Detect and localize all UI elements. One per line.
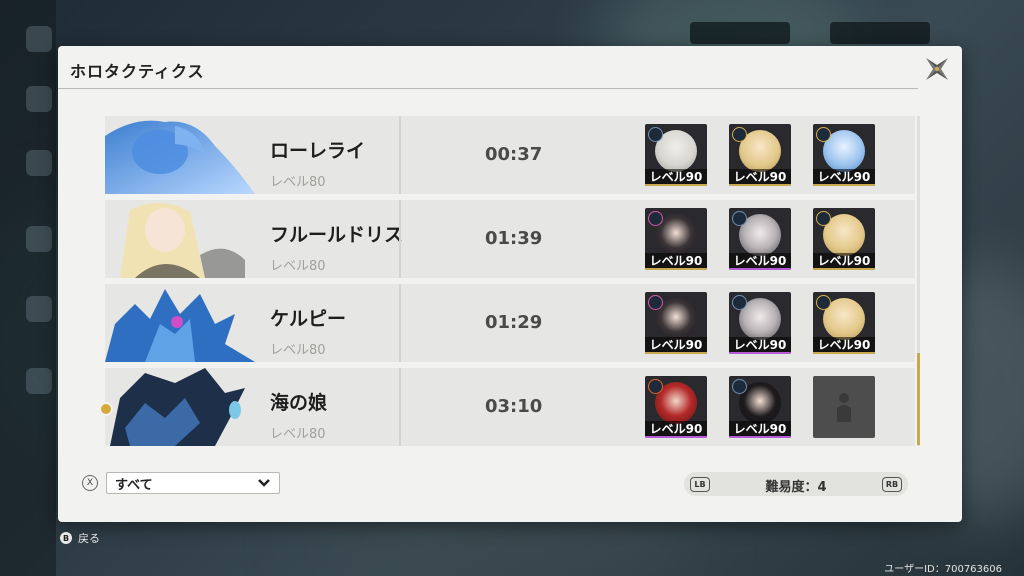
rarity-bar bbox=[645, 184, 707, 186]
boss-portrait bbox=[105, 284, 255, 362]
team-member[interactable]: レベル90 bbox=[729, 124, 791, 186]
boss-portrait bbox=[105, 368, 255, 446]
boss-level: レベル80 bbox=[270, 259, 326, 274]
physical-element-icon bbox=[648, 211, 663, 226]
rarity-bar bbox=[729, 436, 791, 438]
team-member[interactable]: レベル90 bbox=[645, 208, 707, 270]
row-divider bbox=[399, 200, 401, 278]
back-label: 戻る bbox=[78, 532, 100, 545]
rarity-bar bbox=[729, 352, 791, 354]
thunder-element-icon bbox=[816, 211, 831, 226]
stamina-chip bbox=[830, 22, 930, 44]
physical-element-icon bbox=[648, 295, 663, 310]
empty-team-slot[interactable] bbox=[813, 376, 875, 438]
boss-list: ローレライ レベル80 00:37 レベル90 レベル90 レベル90 フルール… bbox=[105, 116, 915, 452]
b-button-glyph: B bbox=[60, 532, 72, 544]
bag-icon bbox=[26, 368, 52, 394]
shield-icon bbox=[26, 296, 52, 322]
row-divider bbox=[399, 368, 401, 446]
home-icon bbox=[26, 26, 52, 52]
rarity-bar bbox=[645, 436, 707, 438]
boss-name: 海の娘 bbox=[270, 392, 328, 414]
rarity-bar bbox=[729, 184, 791, 186]
selection-marker bbox=[99, 402, 113, 416]
boss-row[interactable]: ローレライ レベル80 00:37 レベル90 レベル90 レベル90 bbox=[105, 116, 915, 194]
clear-time: 01:29 bbox=[485, 312, 543, 333]
team-member[interactable]: レベル90 bbox=[645, 124, 707, 186]
rarity-bar bbox=[645, 268, 707, 270]
boss-portrait bbox=[105, 116, 255, 194]
ice-element-icon bbox=[648, 127, 663, 142]
team-member[interactable]: レベル90 bbox=[813, 124, 875, 186]
thunder-element-icon bbox=[816, 127, 831, 142]
rarity-bar bbox=[645, 352, 707, 354]
team-slots: レベル90 レベル90 bbox=[645, 376, 875, 438]
flame-element-icon bbox=[648, 379, 663, 394]
boss-level: レベル80 bbox=[270, 427, 326, 442]
star-icon bbox=[26, 150, 52, 176]
boss-row[interactable]: フルールドリス レベル80 01:39 レベル90 レベル90 レベル90 bbox=[105, 200, 915, 278]
team-member[interactable]: レベル90 bbox=[729, 376, 791, 438]
team-slots: レベル90 レベル90 レベル90 bbox=[645, 208, 875, 270]
ice-element-icon bbox=[732, 379, 747, 394]
side-menu-dimmed bbox=[0, 0, 56, 576]
holo-tactics-panel: ホロタクティクス ローレライ レベル80 00:37 レベル90 レベル90 レ… bbox=[58, 46, 962, 522]
rarity-bar bbox=[813, 268, 875, 270]
difficulty-label: 難易度：4 bbox=[765, 480, 827, 495]
rarity-bar bbox=[813, 184, 875, 186]
chevron-down-icon bbox=[258, 479, 270, 487]
difficulty-selector: LB 難易度：4 RB bbox=[684, 472, 908, 496]
rarity-bar bbox=[813, 352, 875, 354]
boss-level: レベル80 bbox=[270, 175, 326, 190]
boss-portrait bbox=[105, 200, 255, 278]
user-id: ユーザーID：700763606 bbox=[884, 564, 1002, 575]
filter-selected-value: すべて bbox=[115, 477, 153, 493]
scrollbar-thumb[interactable] bbox=[917, 353, 920, 445]
back-button[interactable]: B 戻る bbox=[60, 530, 100, 546]
clear-time: 01:39 bbox=[485, 228, 543, 249]
filter-control: X すべて bbox=[82, 472, 280, 494]
team-slots: レベル90 レベル90 レベル90 bbox=[645, 124, 875, 186]
team-member[interactable]: レベル90 bbox=[729, 208, 791, 270]
filter-dropdown[interactable]: すべて bbox=[106, 472, 280, 494]
row-divider bbox=[399, 284, 401, 362]
boss-row[interactable]: 海の娘 レベル80 03:10 レベル90 レベル90 bbox=[105, 368, 915, 446]
boss-row[interactable]: ケルピー レベル80 01:29 レベル90 レベル90 レベル90 bbox=[105, 284, 915, 362]
clear-time: 00:37 bbox=[485, 144, 543, 165]
boss-name: ケルピー bbox=[270, 308, 347, 330]
ice-element-icon bbox=[732, 295, 747, 310]
map-icon bbox=[26, 226, 52, 252]
team-member[interactable]: レベル90 bbox=[813, 208, 875, 270]
person-silhouette-icon bbox=[837, 393, 851, 422]
rb-button[interactable]: RB bbox=[882, 477, 902, 492]
currency-chip bbox=[690, 22, 790, 44]
team-slots: レベル90 レベル90 レベル90 bbox=[645, 292, 875, 354]
team-member[interactable]: レベル90 bbox=[645, 376, 707, 438]
clear-time: 03:10 bbox=[485, 396, 543, 417]
close-button[interactable] bbox=[920, 52, 954, 86]
team-member[interactable]: レベル90 bbox=[813, 292, 875, 354]
team-member[interactable]: レベル90 bbox=[645, 292, 707, 354]
boss-name: ローレライ bbox=[270, 140, 366, 162]
menu-icon bbox=[26, 86, 52, 112]
panel-title: ホロタクティクス bbox=[70, 62, 205, 81]
boss-name: フルールドリス bbox=[270, 224, 404, 246]
thunder-element-icon bbox=[816, 295, 831, 310]
thunder-element-icon bbox=[732, 127, 747, 142]
row-divider bbox=[399, 116, 401, 194]
title-divider bbox=[58, 88, 918, 89]
close-icon bbox=[926, 58, 948, 80]
boss-level: レベル80 bbox=[270, 343, 326, 358]
team-member[interactable]: レベル90 bbox=[729, 292, 791, 354]
x-button-glyph: X bbox=[82, 475, 98, 491]
rarity-bar bbox=[729, 268, 791, 270]
ice-element-icon bbox=[732, 211, 747, 226]
